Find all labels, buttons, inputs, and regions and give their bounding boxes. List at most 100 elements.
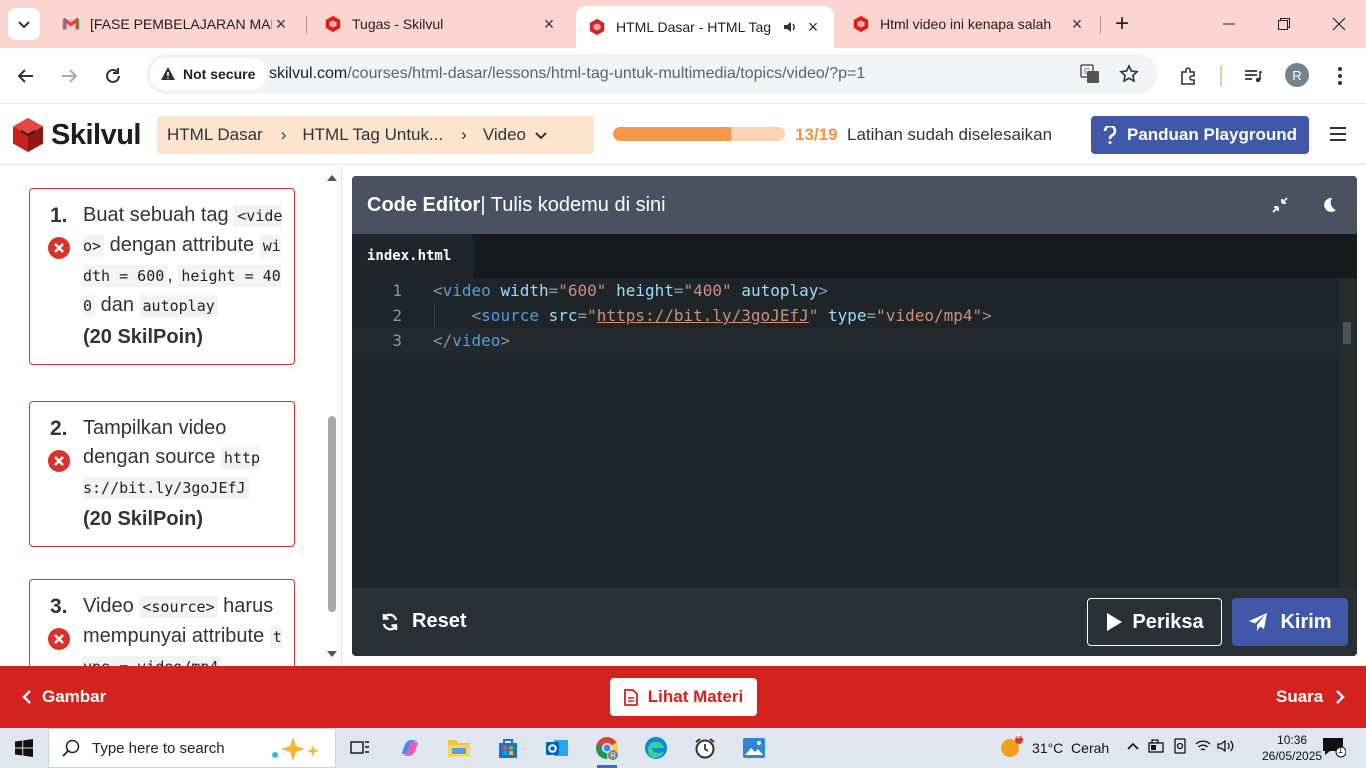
reload-button[interactable] bbox=[97, 60, 129, 92]
new-tab-button[interactable]: + bbox=[1108, 10, 1136, 38]
playground-guide-button[interactable]: Panduan Playground bbox=[1091, 116, 1309, 154]
copilot-app[interactable] bbox=[390, 732, 430, 764]
browser-tab-tugas[interactable]: Tugas - Skilvul × bbox=[312, 8, 570, 40]
play-icon bbox=[1107, 613, 1123, 631]
file-tab-index[interactable]: index.html bbox=[352, 234, 473, 278]
address-bar[interactable]: Not secure skilvul.com/courses/html-dasa… bbox=[146, 54, 1158, 94]
gmail-icon bbox=[62, 17, 80, 30]
skilvul-logo[interactable]: Skilvul bbox=[11, 117, 142, 153]
submit-button[interactable]: Kirim bbox=[1232, 598, 1348, 646]
speaker-icon[interactable] bbox=[782, 19, 798, 35]
check-button[interactable]: Periksa bbox=[1087, 598, 1222, 646]
translate-button[interactable]: G bbox=[1075, 59, 1105, 89]
code-token: > bbox=[982, 306, 992, 325]
chevron-up-icon[interactable] bbox=[1126, 739, 1140, 753]
file-explorer-app[interactable] bbox=[439, 732, 479, 764]
line-number: 3 bbox=[392, 331, 402, 350]
notification-center-button[interactable]: 1 bbox=[1322, 736, 1347, 763]
taskbar-clock[interactable]: 10:36 26/05/2025 bbox=[1262, 732, 1322, 764]
outlook-app[interactable] bbox=[537, 732, 577, 764]
site-info-chip[interactable]: Not secure bbox=[150, 58, 268, 90]
wifi-icon[interactable] bbox=[1195, 739, 1211, 753]
reset-button[interactable]: Reset bbox=[380, 610, 466, 633]
windows-taskbar: Type here to search R 1 31°C Cerah 10:36… bbox=[0, 728, 1366, 768]
clock-app[interactable] bbox=[685, 732, 725, 764]
breadcrumb-lesson[interactable]: HTML Tag Untuk... bbox=[302, 125, 443, 145]
more-vertical-icon bbox=[1338, 67, 1342, 85]
profile-avatar[interactable]: R bbox=[1285, 63, 1309, 87]
code-token: = bbox=[866, 306, 877, 325]
edge-app[interactable] bbox=[636, 732, 676, 764]
scroll-up-icon[interactable] bbox=[326, 174, 338, 182]
chevron-down-icon[interactable] bbox=[534, 128, 548, 142]
tab-title: Tugas - Skilvul bbox=[352, 16, 444, 32]
minimize-button[interactable] bbox=[1201, 0, 1257, 48]
close-icon[interactable]: × bbox=[272, 14, 290, 35]
menu-icon[interactable] bbox=[1328, 124, 1348, 144]
code-line[interactable]: 3 </video> bbox=[352, 328, 1340, 353]
taskbar-search[interactable]: Type here to search bbox=[48, 728, 336, 768]
task-view-button[interactable] bbox=[340, 732, 380, 764]
code-token: width bbox=[500, 281, 549, 300]
start-button[interactable] bbox=[0, 728, 48, 768]
breadcrumb-course[interactable]: HTML Dasar bbox=[167, 125, 263, 145]
scroll-down-icon[interactable] bbox=[326, 650, 338, 658]
battery-icon[interactable] bbox=[1148, 739, 1166, 753]
editor-header: Code Editor | Tulis kodemu di sini bbox=[352, 176, 1357, 234]
close-icon[interactable]: × bbox=[1068, 14, 1086, 35]
close-window-button[interactable] bbox=[1311, 0, 1366, 48]
back-button[interactable] bbox=[10, 60, 42, 92]
editor-subtitle: | Tulis kodemu di sini bbox=[480, 193, 666, 216]
url-text[interactable]: skilvul.com/courses/html-dasar/lessons/h… bbox=[269, 65, 865, 83]
breadcrumb-topic[interactable]: Video bbox=[483, 125, 526, 145]
microsoft-store-app[interactable] bbox=[488, 732, 528, 764]
weather-widget[interactable]: 1 31°C Cerah bbox=[1000, 730, 1109, 760]
tab-search-button[interactable] bbox=[8, 8, 40, 40]
editor-scrollbar[interactable] bbox=[1339, 278, 1357, 588]
view-material-button[interactable]: Lihat Materi bbox=[610, 678, 757, 716]
collapse-icon[interactable] bbox=[1272, 197, 1288, 213]
task-text: Tampilkan video dengan source bbox=[83, 417, 227, 468]
next-topic-link[interactable]: Suara bbox=[1276, 687, 1345, 707]
task-panel-scrollbar[interactable] bbox=[322, 166, 340, 666]
browser-tab-html-video[interactable]: Html video ini kenapa salah × bbox=[840, 8, 1098, 40]
task-description: Video <source> harus mempunyai attribute… bbox=[83, 592, 284, 666]
code-line[interactable]: 1 <video width="600" height="400" autopla… bbox=[352, 278, 1340, 303]
close-icon[interactable]: × bbox=[540, 14, 558, 35]
browser-tab-html-dasar[interactable]: HTML Dasar - HTML Tag × bbox=[576, 6, 834, 48]
code-token: https://bit.ly/3goJEfJ bbox=[596, 306, 809, 325]
code-line[interactable]: 2 <source src="https://bit.ly/3goJEfJ" t… bbox=[352, 303, 1340, 328]
code-input-area[interactable]: 1 <video width="600" height="400" autopla… bbox=[352, 278, 1340, 588]
forward-button[interactable] bbox=[53, 60, 85, 92]
close-icon[interactable]: × bbox=[804, 17, 822, 38]
photos-app[interactable] bbox=[734, 732, 774, 764]
browser-tab-gmail[interactable]: [FASE PEMBELAJARAN MAN × bbox=[50, 8, 302, 40]
bookmark-button[interactable] bbox=[1114, 59, 1144, 89]
chrome-app[interactable]: R bbox=[587, 732, 627, 768]
previous-topic-link[interactable]: Gambar bbox=[22, 687, 106, 707]
restore-button[interactable] bbox=[1256, 0, 1312, 48]
scrollbar-thumb[interactable] bbox=[1343, 322, 1351, 344]
code-editor: Code Editor | Tulis kodemu di sini index… bbox=[352, 176, 1357, 656]
chevron-right-icon: › bbox=[280, 125, 287, 144]
arrow-right-icon bbox=[62, 69, 78, 83]
inline-code: <source> bbox=[139, 596, 218, 618]
document-icon bbox=[623, 688, 638, 706]
dark-mode-icon[interactable] bbox=[1320, 196, 1338, 214]
volume-icon[interactable] bbox=[1217, 739, 1235, 753]
media-controls-button[interactable] bbox=[1238, 61, 1268, 91]
clock-time: 10:36 bbox=[1277, 733, 1308, 747]
device-icon[interactable] bbox=[1173, 738, 1187, 754]
scrollbar-thumb[interactable] bbox=[328, 416, 336, 612]
security-label: Not secure bbox=[183, 66, 256, 82]
sun-cloud-icon bbox=[1001, 736, 1023, 757]
code-token: video bbox=[442, 281, 491, 300]
chevron-down-icon bbox=[18, 21, 30, 29]
code-token: "video/mp4" bbox=[876, 306, 983, 325]
extensions-button[interactable] bbox=[1174, 61, 1204, 91]
browser-menu-button[interactable] bbox=[1325, 61, 1355, 91]
progress-bar-fill bbox=[613, 127, 731, 141]
playground-guide-label: Panduan Playground bbox=[1126, 125, 1298, 144]
